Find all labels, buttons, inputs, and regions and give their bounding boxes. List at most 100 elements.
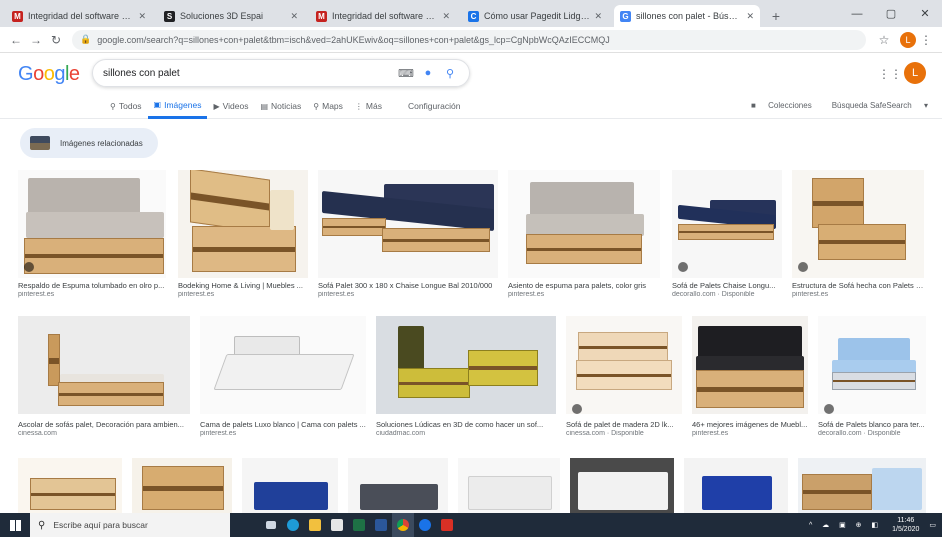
new-tab-button[interactable]: + — [766, 5, 786, 27]
result-image[interactable] — [318, 170, 498, 278]
result-caption[interactable]: Estructura de Sofá hecha con Palets Pi..… — [792, 281, 924, 290]
google-logo[interactable]: Google — [18, 63, 80, 86]
result-caption[interactable]: Sofá de palet de madera 2D lk... — [566, 420, 682, 429]
back-icon[interactable]: ← — [6, 30, 26, 50]
image-result[interactable] — [18, 458, 122, 513]
browser-tab-5-active[interactable]: G sillones con palet - Búsqueda ✕ — [614, 5, 760, 27]
related-images-chip[interactable]: Imágenes relacionadas — [20, 128, 158, 158]
result-caption[interactable]: 46+ mejores imágenes de Muebl... — [692, 420, 808, 429]
star-icon[interactable]: ☆ — [874, 30, 894, 50]
result-image[interactable] — [200, 316, 366, 414]
result-caption[interactable]: Bodeking Home & Living | Muebles ... — [178, 281, 308, 290]
result-image[interactable] — [178, 170, 308, 278]
result-image[interactable] — [18, 458, 122, 513]
tab-configuracion[interactable]: Configuración — [402, 93, 466, 119]
result-caption[interactable]: Sofá de Palets Chaise Longu... — [672, 281, 782, 290]
browser-tab-3[interactable]: M Integridad del software original ✕ — [310, 5, 456, 27]
result-image[interactable] — [18, 170, 166, 278]
browser-tab-4[interactable]: C Cómo usar Pagedit Lidgap ✕ — [462, 5, 608, 27]
word-icon[interactable] — [370, 513, 392, 537]
image-result[interactable]: Cama de palets Luxo blanco | Cama con pa… — [200, 316, 366, 444]
image-result[interactable] — [132, 458, 232, 513]
tray-icons[interactable]: ^ ☁ ▣ ⊕ ◧ — [809, 521, 882, 529]
tab-videos[interactable]: ▶ Videos — [207, 93, 254, 119]
taskbar-search[interactable]: ⚲ Escribe aquí para buscar — [30, 513, 230, 537]
file-explorer-icon[interactable] — [304, 513, 326, 537]
tab-mas[interactable]: ⋮ Más — [349, 93, 388, 119]
result-image[interactable] — [798, 458, 926, 513]
result-image[interactable] — [18, 316, 190, 414]
tab-noticias[interactable]: ▤ Noticias — [254, 93, 307, 119]
result-image[interactable] — [458, 458, 560, 513]
safesearch-link[interactable]: Búsqueda SafeSearch ▾ — [822, 101, 928, 110]
image-result[interactable]: Asiento de espuma para palets, color gri… — [508, 170, 660, 302]
result-caption[interactable]: Soluciones Lúdicas en 3D de como hacer u… — [376, 420, 556, 429]
app-icon[interactable] — [414, 513, 436, 537]
result-image[interactable] — [376, 316, 556, 414]
result-image[interactable] — [684, 458, 788, 513]
image-result[interactable]: Respaldo de Espuma tolumbado en olro p..… — [18, 170, 166, 302]
windows-start-icon[interactable] — [0, 513, 30, 537]
result-image[interactable] — [818, 316, 926, 414]
search-input[interactable]: sillones con palet — [103, 68, 393, 79]
reload-icon[interactable]: ↻ — [46, 30, 66, 50]
result-image[interactable] — [792, 170, 924, 278]
close-tab-icon[interactable]: ✕ — [746, 11, 754, 22]
image-result[interactable] — [570, 458, 674, 513]
notification-icon[interactable]: ▭ — [929, 521, 936, 529]
chrome-icon[interactable] — [392, 513, 414, 537]
collections-link[interactable]: ■ Colecciones — [741, 101, 812, 110]
result-image[interactable] — [566, 316, 682, 414]
minimize-icon[interactable]: — — [840, 0, 874, 27]
image-result[interactable]: Sofá de Palets Chaise Longu... decorallo… — [672, 170, 782, 302]
address-bar[interactable]: 🔒 google.com/search?q=sillones+con+palet… — [72, 29, 866, 50]
image-result[interactable]: Ascolar de sofás palet, Decoración para … — [18, 316, 190, 444]
microphone-icon[interactable]: ● — [419, 64, 437, 82]
taskbar-clock[interactable]: 11:46 1/5/2020 — [892, 516, 919, 534]
task-view-icon[interactable] — [260, 513, 282, 537]
profile-icon[interactable]: L — [900, 31, 916, 48]
image-result[interactable]: Sofá de Palets blanco para ter... decora… — [818, 316, 926, 444]
result-caption[interactable]: Sofá Palet 300 x 180 x Chaise Longue Bal… — [318, 281, 498, 290]
keyboard-icon[interactable]: ⌨ — [397, 64, 415, 82]
image-result[interactable] — [348, 458, 448, 513]
image-result[interactable] — [242, 458, 338, 513]
result-caption[interactable]: Asiento de espuma para palets, color gri… — [508, 281, 660, 290]
image-result[interactable]: Soluciones Lúdicas en 3D de como hacer u… — [376, 316, 556, 444]
close-tab-icon[interactable]: ✕ — [138, 11, 146, 22]
result-image[interactable] — [508, 170, 660, 278]
tab-imagenes[interactable]: ▣ Imágenes — [147, 93, 208, 119]
maximize-icon[interactable]: ▢ — [874, 0, 908, 27]
result-image[interactable] — [692, 316, 808, 414]
result-caption[interactable]: Respaldo de Espuma tolumbado en olro p..… — [18, 281, 166, 290]
store-icon[interactable] — [326, 513, 348, 537]
excel-icon[interactable] — [348, 513, 370, 537]
result-image[interactable] — [672, 170, 782, 278]
tab-maps[interactable]: ⚲ Maps — [307, 93, 349, 119]
image-result[interactable]: Estructura de Sofá hecha con Palets Pi..… — [792, 170, 924, 302]
result-caption[interactable]: Ascolar de sofás palet, Decoración para … — [18, 420, 190, 429]
result-image[interactable] — [570, 458, 674, 513]
forward-icon[interactable]: → — [26, 30, 46, 50]
search-icon[interactable]: ⚲ — [441, 64, 459, 82]
close-window-icon[interactable]: ✕ — [908, 0, 942, 27]
menu-kebab-icon[interactable]: ⋮ — [916, 30, 936, 50]
close-tab-icon[interactable]: ✕ — [290, 11, 298, 22]
result-image[interactable] — [348, 458, 448, 513]
image-result[interactable]: Bodeking Home & Living | Muebles ... pin… — [178, 170, 308, 302]
app-red-icon[interactable] — [436, 513, 458, 537]
image-result[interactable]: Sofá Palet 300 x 180 x Chaise Longue Bal… — [318, 170, 498, 302]
tab-todos[interactable]: ⚲ Todos — [104, 93, 148, 119]
result-caption[interactable]: Cama de palets Luxo blanco | Cama con pa… — [200, 420, 366, 429]
close-tab-icon[interactable]: ✕ — [594, 11, 602, 22]
browser-tab-1[interactable]: M Integridad del software original ✕ — [6, 5, 152, 27]
result-image[interactable] — [242, 458, 338, 513]
edge-icon[interactable] — [282, 513, 304, 537]
image-result[interactable] — [798, 458, 926, 513]
close-tab-icon[interactable]: ✕ — [442, 11, 450, 22]
account-avatar[interactable]: L — [904, 62, 926, 84]
image-result[interactable] — [684, 458, 788, 513]
browser-tab-2[interactable]: S Soluciones 3D Espai ✕ — [158, 5, 304, 27]
result-image[interactable] — [132, 458, 232, 513]
image-result[interactable]: 46+ mejores imágenes de Muebl... pintere… — [692, 316, 808, 444]
